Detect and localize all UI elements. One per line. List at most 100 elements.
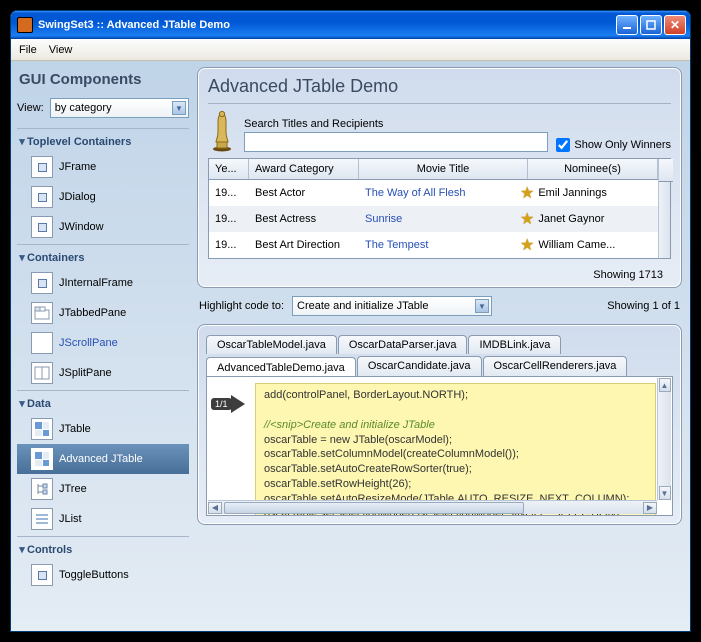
highlight-row: Highlight code to: Create and initialize…	[197, 296, 682, 316]
show-winners-label: Show Only Winners	[574, 139, 671, 151]
col-year[interactable]: Ye...	[209, 159, 249, 179]
search-input[interactable]	[244, 132, 548, 152]
code-tab[interactable]: OscarCellRenderers.java	[483, 356, 628, 376]
close-button[interactable]: ✕	[664, 15, 686, 35]
col-category[interactable]: Award Category	[249, 159, 359, 179]
search-label: Search Titles and Recipients	[244, 118, 548, 130]
tree-group-header[interactable]: ▾Controls	[17, 541, 189, 560]
caret-down-icon: ▾	[17, 543, 27, 556]
tree-item-label: JSplitPane	[59, 367, 112, 379]
tree-item-label: JWindow	[59, 221, 104, 233]
code-tabs-row1: OscarTableModel.javaOscarDataParser.java…	[206, 333, 673, 354]
scroll-down-icon[interactable]: ▼	[659, 486, 671, 500]
code-hscrollbar[interactable]: ◀ ▶	[208, 500, 657, 514]
caret-down-icon: ▾	[17, 397, 27, 410]
highlight-count: Showing 1 of 1	[607, 300, 680, 312]
tree-group-header[interactable]: ▾Data	[17, 395, 189, 414]
code-tab[interactable]: OscarTableModel.java	[206, 335, 337, 354]
tree-item-jtree[interactable]: JTree	[17, 474, 189, 504]
tree-item-label: JTree	[59, 483, 87, 495]
code-tabs-row2: AdvancedTableDemo.javaOscarCandidate.jav…	[206, 354, 673, 376]
table-row[interactable]: 19...Best ActressSunrise★Janet Gaynor	[209, 206, 658, 232]
tree-item-label: JDialog	[59, 191, 96, 203]
caret-down-icon: ▾	[17, 135, 27, 148]
minimize-button[interactable]	[616, 15, 638, 35]
tree-item-jtable[interactable]: JTable	[17, 414, 189, 444]
tree-item-jtabbedpane[interactable]: JTabbedPane	[17, 298, 189, 328]
tree-item-label: Advanced JTable	[59, 453, 143, 465]
tree-item-label: JFrame	[59, 161, 96, 173]
code-tab[interactable]: OscarDataParser.java	[338, 335, 468, 354]
code-tab[interactable]: AdvancedTableDemo.java	[206, 357, 356, 377]
tree-item-advanced-jtable[interactable]: Advanced JTable	[17, 444, 189, 474]
tree-item-jsplitpane[interactable]: JSplitPane	[17, 358, 189, 388]
menu-view[interactable]: View	[49, 44, 73, 56]
view-combo[interactable]: by category ▼	[50, 98, 189, 118]
component-tree: ▾Toplevel Containers JFrame JDialog JWindow…	[17, 126, 189, 590]
star-icon: ★	[520, 235, 534, 255]
tree-item-label: JTable	[59, 423, 91, 435]
table-row[interactable]: 19...Best Art DirectionThe Tempest★Willi…	[209, 232, 658, 258]
tree-item-jframe[interactable]: JFrame	[17, 152, 189, 182]
tree-group-header[interactable]: ▾Toplevel Containers	[17, 133, 189, 152]
scroll-left-icon[interactable]: ◀	[208, 502, 222, 514]
tree-item-label: ToggleButtons	[59, 569, 129, 581]
tree-item-jdialog[interactable]: JDialog	[17, 182, 189, 212]
view-combo-value: by category	[55, 102, 112, 114]
cell-movie-link[interactable]: The Way of All Flesh	[359, 187, 514, 199]
highlight-combo[interactable]: Create and initialize JTable ▼	[292, 296, 492, 316]
cell-nominee: ★Janet Gaynor	[514, 209, 658, 229]
app-window: SwingSet3 :: Advanced JTable Demo ✕ File…	[10, 10, 691, 632]
titlebar[interactable]: SwingSet3 :: Advanced JTable Demo ✕	[11, 11, 690, 39]
tree-item-togglebuttons[interactable]: ToggleButtons	[17, 560, 189, 590]
col-movie[interactable]: Movie Title	[359, 159, 528, 179]
arrow-right-icon	[231, 395, 245, 413]
table-header: Ye... Award Category Movie Title Nominee…	[209, 159, 658, 180]
tree-group-header[interactable]: ▾Containers	[17, 249, 189, 268]
cell-year: 19...	[209, 239, 249, 251]
maximize-button[interactable]	[640, 15, 662, 35]
tree-item-label: JScrollPane	[59, 337, 118, 349]
col-nominee[interactable]: Nominee(s)	[528, 159, 658, 179]
cell-nominee: ★William Came...	[514, 235, 658, 255]
tree-item-label: JList	[59, 513, 82, 525]
cell-category: Best Art Direction	[249, 239, 359, 251]
scroll-up-icon[interactable]: ▲	[659, 378, 671, 392]
cell-category: Best Actress	[249, 213, 359, 225]
sidebar-title: GUI Components	[17, 67, 189, 98]
cell-nominee: ★Emil Jannings	[514, 183, 658, 203]
cell-category: Best Actor	[249, 187, 359, 199]
cell-movie-link[interactable]: The Tempest	[359, 239, 514, 251]
show-winners-checkbox[interactable]	[556, 138, 570, 152]
code-vscrollbar[interactable]: ▲ ▼	[657, 378, 671, 500]
cell-year: 19...	[209, 187, 249, 199]
code-tab[interactable]: OscarCandidate.java	[357, 356, 482, 376]
tree-item-jinternalframe[interactable]: JInternalFrame	[17, 268, 189, 298]
app-icon	[17, 17, 33, 33]
results-table: Ye... Award Category Movie Title Nominee…	[208, 158, 671, 259]
tree-item-jlist[interactable]: JList	[17, 504, 189, 534]
tree-item-label: JInternalFrame	[59, 277, 133, 289]
scroll-right-icon[interactable]: ▶	[643, 502, 657, 514]
highlight-value: Create and initialize JTable	[297, 300, 428, 312]
chevron-down-icon: ▼	[475, 299, 489, 313]
table-scrollbar[interactable]	[658, 159, 670, 258]
code-tab[interactable]: IMDBLink.java	[468, 335, 561, 354]
caret-down-icon: ▾	[17, 251, 27, 264]
menubar: File View	[11, 39, 690, 61]
menu-file[interactable]: File	[19, 44, 37, 56]
scroll-thumb[interactable]	[224, 502, 524, 514]
demo-title: Advanced JTable Demo	[208, 76, 671, 104]
view-label: View:	[17, 102, 44, 114]
tree-item-jwindow[interactable]: JWindow	[17, 212, 189, 242]
chevron-down-icon: ▼	[172, 101, 186, 115]
code-panel: OscarTableModel.javaOscarDataParser.java…	[197, 324, 682, 525]
cell-movie-link[interactable]: Sunrise	[359, 213, 514, 225]
table-row[interactable]: 19...Best ActorThe Way of All Flesh★Emil…	[209, 180, 658, 206]
tree-item-jscrollpane[interactable]: JScrollPane	[17, 328, 189, 358]
cell-year: 19...	[209, 213, 249, 225]
oscar-statue-icon	[208, 110, 236, 152]
match-badge: 1/1	[211, 395, 245, 413]
demo-panel: Advanced JTable Demo Search Titles and R…	[197, 67, 682, 288]
tree-item-label: JTabbedPane	[59, 307, 126, 319]
